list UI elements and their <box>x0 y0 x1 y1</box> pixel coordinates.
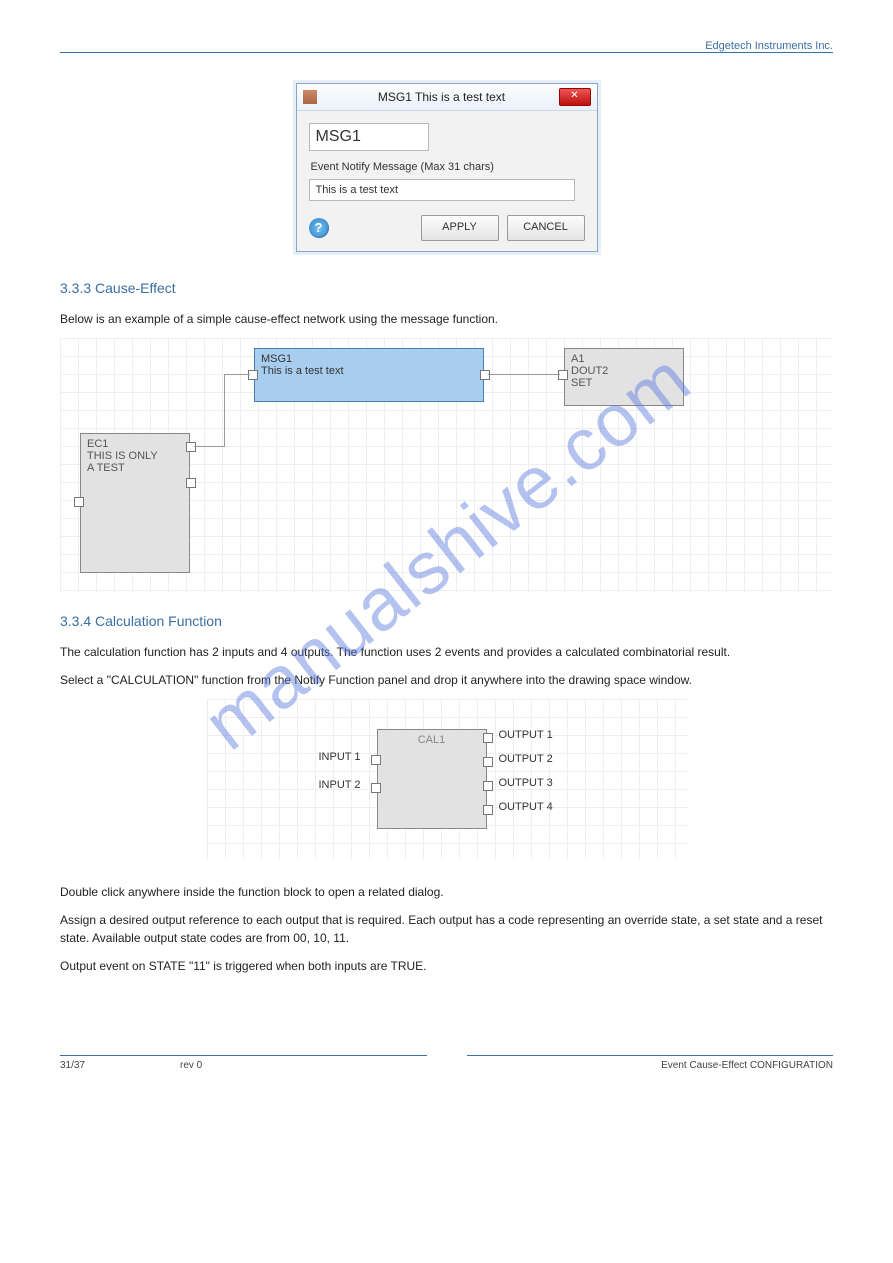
block-label: A TEST <box>87 462 183 474</box>
block-label: EC1 <box>87 438 183 450</box>
port-out3[interactable] <box>483 781 493 791</box>
block-msg1[interactable]: MSG1 This is a test text <box>254 348 484 402</box>
paragraph: Select a "CALCULATION" function from the… <box>60 671 833 689</box>
msg-name-input[interactable]: MSG1 <box>309 123 429 151</box>
wire <box>194 446 224 447</box>
msg-text-input[interactable]: This is a test text <box>309 179 575 201</box>
paragraph: Below is an example of a simple cause-ef… <box>60 310 833 328</box>
close-icon[interactable]: ✕ <box>559 88 591 106</box>
wire <box>224 374 225 447</box>
heading-calc-function: 3.3.4 Calculation Function <box>60 613 833 629</box>
label-in1: INPUT 1 <box>319 751 361 763</box>
cause-effect-diagram: EC1 THIS IS ONLY A TEST MSG1 This is a t… <box>60 338 833 593</box>
footer-page: 31/37 <box>60 1060 180 1071</box>
port[interactable] <box>480 370 490 380</box>
dialog-title: MSG1 This is a test text <box>325 90 559 104</box>
port[interactable] <box>248 370 258 380</box>
heading-cause-effect: 3.3.3 Cause-Effect <box>60 280 833 296</box>
port-out1[interactable] <box>483 733 493 743</box>
msg-dialog: MSG1 This is a test text ✕ MSG1 Event No… <box>296 83 598 252</box>
block-label: SET <box>571 377 677 389</box>
block-a1[interactable]: A1 DOUT2 SET <box>564 348 684 406</box>
header-company: Edgetech Instruments Inc. <box>60 40 833 52</box>
field-label: Event Notify Message (Max 31 chars) <box>311 161 583 173</box>
block-label: THIS IS ONLY <box>87 450 183 462</box>
block-ec1[interactable]: EC1 THIS IS ONLY A TEST <box>80 433 190 573</box>
label-out2: OUTPUT 2 <box>499 753 553 765</box>
port[interactable] <box>558 370 568 380</box>
port-out4[interactable] <box>483 805 493 815</box>
wire <box>224 374 250 375</box>
dialog-titlebar: MSG1 This is a test text ✕ <box>297 84 597 111</box>
footer-rev: rev 0 <box>180 1060 653 1071</box>
port[interactable] <box>186 478 196 488</box>
wire <box>488 374 560 375</box>
label-out3: OUTPUT 3 <box>499 777 553 789</box>
block-label: This is a test text <box>261 365 477 377</box>
paragraph: The calculation function has 2 inputs an… <box>60 643 833 661</box>
block-label: A1 <box>571 353 677 365</box>
label-in2: INPUT 2 <box>319 779 361 791</box>
label-out4: OUTPUT 4 <box>499 801 553 813</box>
label-out1: OUTPUT 1 <box>499 729 553 741</box>
port-in1[interactable] <box>371 755 381 765</box>
header-rule <box>60 52 833 53</box>
page-footer: 31/37 rev 0 Event Cause-Effect CONFIGURA… <box>60 1055 833 1071</box>
port[interactable] <box>186 442 196 452</box>
cancel-button[interactable]: CANCEL <box>507 215 585 241</box>
app-icon <box>303 90 317 104</box>
paragraph: Output event on STATE "11" is triggered … <box>60 957 833 975</box>
help-icon[interactable]: ? <box>309 218 329 238</box>
block-title: CAL1 <box>418 734 446 746</box>
port-in2[interactable] <box>371 783 381 793</box>
calc-function-diagram: CAL1 INPUT 1 INPUT 2 OUTPUT 1 OUTPUT 2 O… <box>207 699 687 859</box>
paragraph: Assign a desired output reference to eac… <box>60 911 833 947</box>
port-out2[interactable] <box>483 757 493 767</box>
block-cal1[interactable]: CAL1 <box>377 729 487 829</box>
paragraph: Double click anywhere inside the functio… <box>60 883 833 901</box>
port[interactable] <box>74 497 84 507</box>
block-label: MSG1 <box>261 353 477 365</box>
footer-title: Event Cause-Effect CONFIGURATION <box>653 1060 833 1071</box>
apply-button[interactable]: APPLY <box>421 215 499 241</box>
block-label: DOUT2 <box>571 365 677 377</box>
